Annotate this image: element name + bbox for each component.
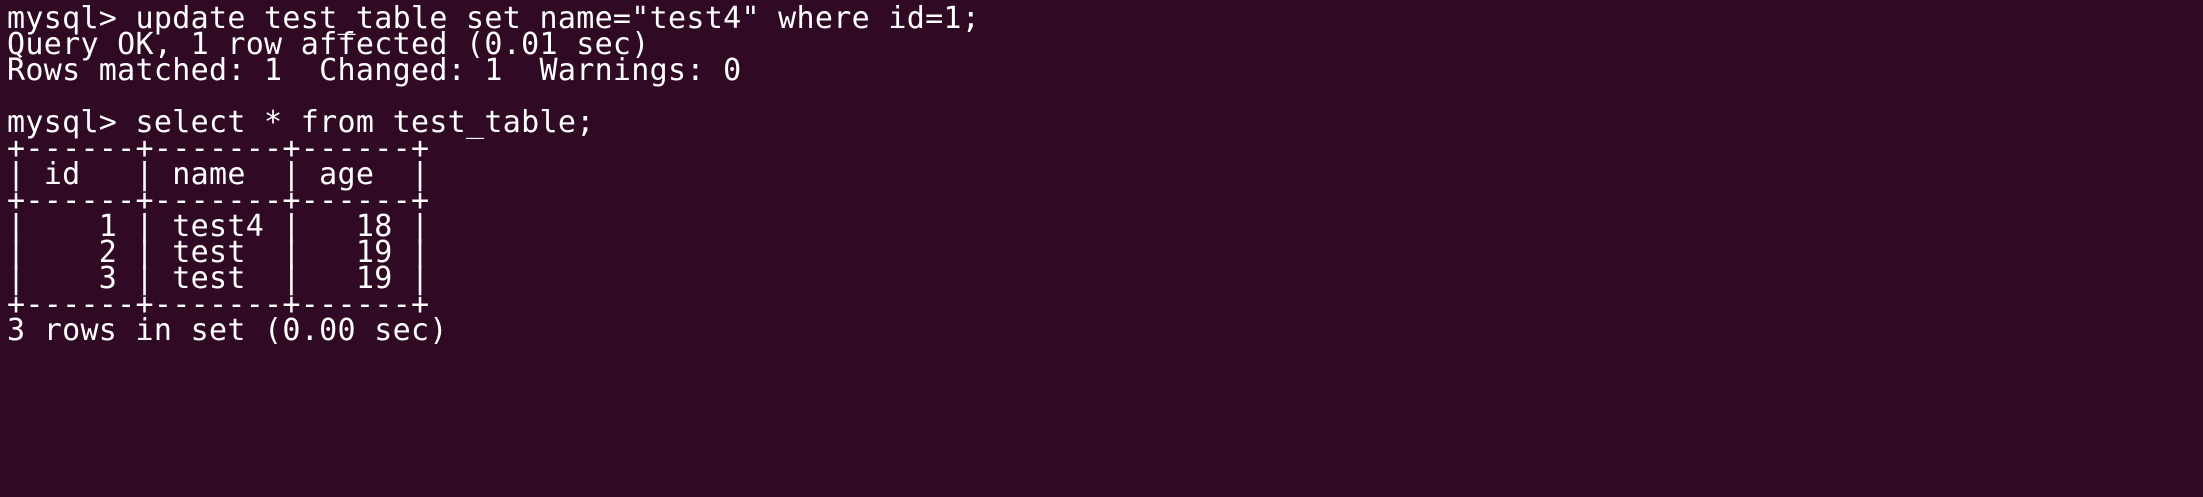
terminal-window[interactable]: mysql> update test_table set name="test4… — [0, 0, 2203, 497]
output-rows-matched: Rows matched: 1 Changed: 1 Warnings: 0 — [7, 53, 742, 88]
output-rows-in-set: 3 rows in set (0.00 sec) — [7, 313, 448, 348]
